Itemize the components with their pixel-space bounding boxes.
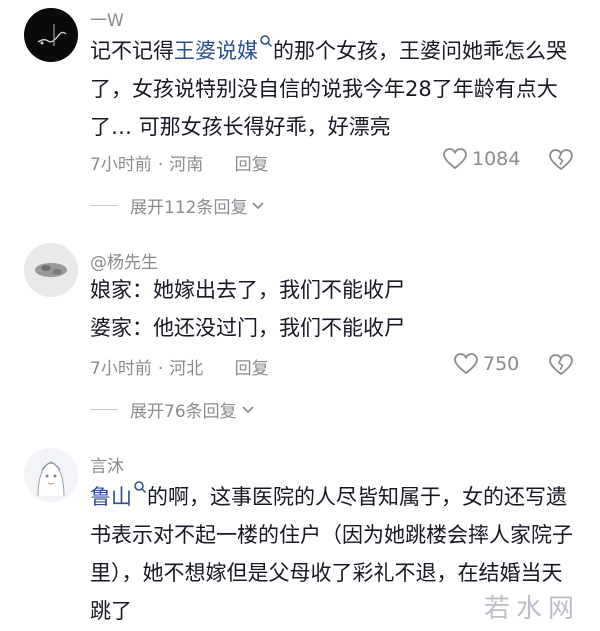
avatar-image (24, 448, 78, 502)
watermark-logo: 若水网 (484, 594, 581, 624)
comment-line-2: 婆家：他还没过门，我们不能收尸 (90, 316, 405, 340)
avatar[interactable] (24, 448, 78, 502)
divider (90, 205, 118, 206)
avatar[interactable] (24, 243, 78, 297)
search-icon (134, 481, 147, 494)
expand-replies-button[interactable]: 展开112条回复 (90, 193, 265, 218)
comment-username[interactable]: 一W (90, 6, 124, 31)
comment-line-1: 娘家：她嫁出去了，我们不能收尸 (90, 278, 405, 302)
expand-replies-label: 展开112条回复 (130, 198, 248, 218)
chevron-down-icon (252, 201, 265, 209)
comment-meta: 7小时前 · 河北 回复 (90, 359, 269, 379)
heart-outline-icon (454, 353, 478, 375)
like-count: 1084 (472, 148, 521, 170)
reply-button[interactable]: 回复 (235, 359, 269, 379)
avatar[interactable] (24, 8, 78, 62)
heart-outline-icon (443, 148, 467, 170)
mention-link[interactable]: 王婆说媒 (174, 39, 258, 63)
search-icon (260, 35, 273, 48)
comment-time: 7小时前 (90, 155, 152, 175)
expand-replies-button[interactable]: 展开76条回复 (90, 397, 255, 422)
comment-text: 记不记得王婆说媒 的那个女孩，王婆问她乖怎么哭了，女孩说特别没自信的说我今年28了… (90, 32, 576, 146)
comment-text-before: 记不记得 (90, 39, 174, 63)
avatar-image (37, 24, 67, 46)
broken-heart-icon (549, 149, 573, 171)
like-button[interactable]: 1084 (442, 147, 520, 171)
like-count: 750 (483, 353, 520, 375)
comment-location: 河南 (169, 155, 204, 175)
comment-time: 7小时前 (90, 359, 152, 379)
dislike-button[interactable] (548, 148, 574, 176)
dislike-button[interactable] (548, 353, 574, 381)
like-button[interactable]: 750 (453, 352, 519, 376)
comment-username[interactable]: @杨先生 (90, 248, 158, 273)
avatar-image (24, 243, 78, 297)
expand-replies-label: 展开76条回复 (130, 402, 237, 422)
reply-button[interactable]: 回复 (235, 155, 269, 175)
chevron-down-icon (242, 405, 254, 413)
mention-link[interactable]: 鲁山 (90, 485, 132, 509)
comment-meta: 7小时前 · 河南 回复 (90, 155, 269, 175)
divider (90, 409, 118, 410)
comment-username[interactable]: 言沐 (90, 452, 124, 477)
broken-heart-icon (549, 354, 573, 376)
comment-location: 河北 (169, 359, 204, 379)
